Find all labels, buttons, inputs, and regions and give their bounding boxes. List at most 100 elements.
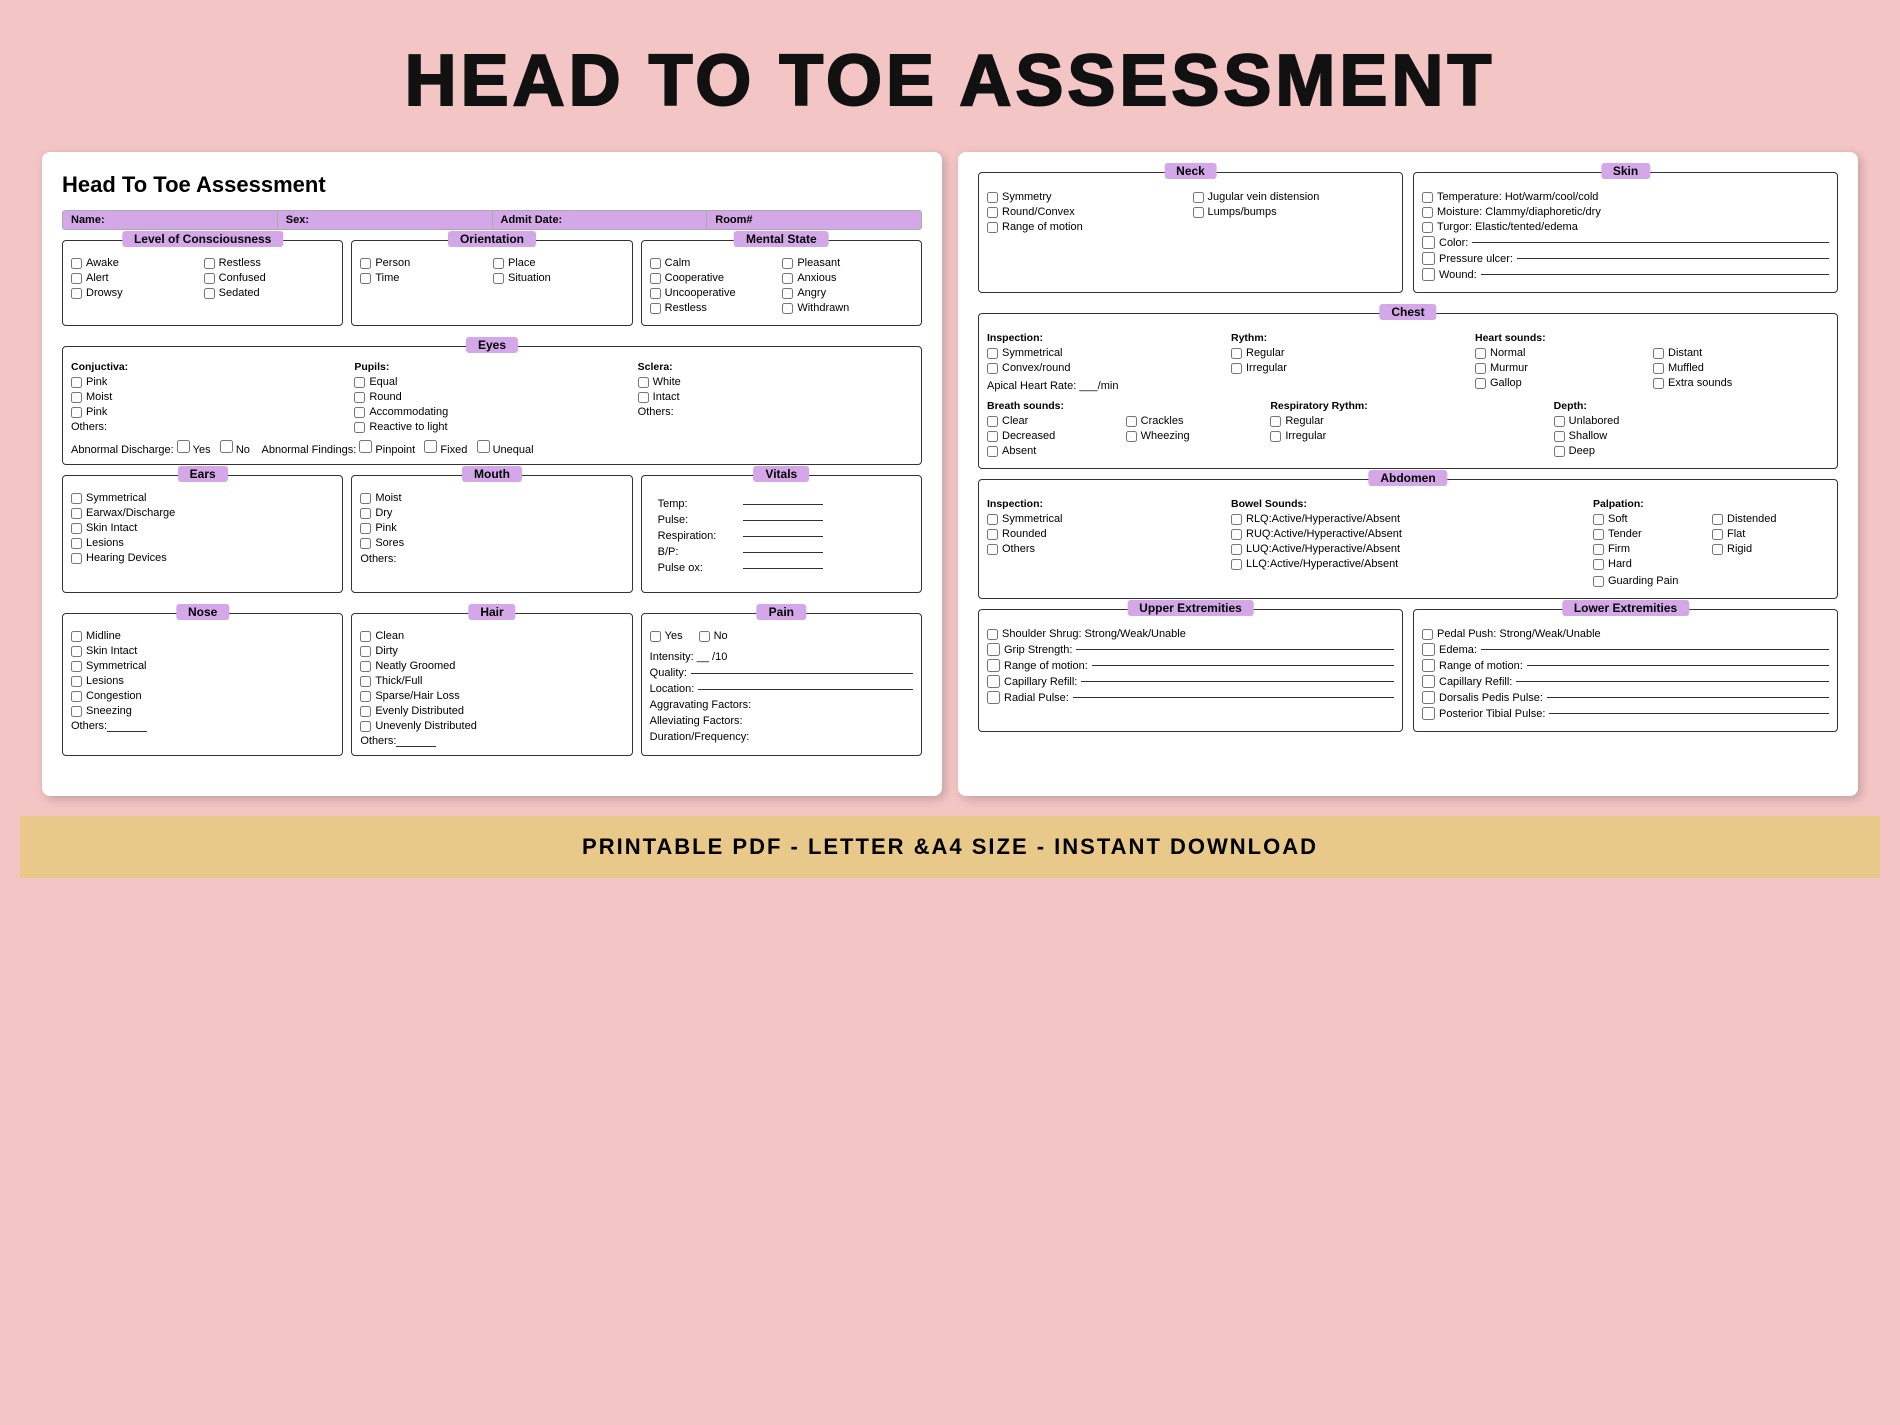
pain-aggravating: Aggravating Factors: — [650, 699, 913, 711]
eye-pink1: Pink — [71, 376, 346, 388]
heart-normal: Normal — [1475, 347, 1651, 359]
ms-calm: Calm — [650, 257, 781, 269]
pain-alleviating: Alleviating Factors: — [650, 715, 913, 727]
extremities-row: Upper Extremities Shoulder Shrug: Strong… — [978, 609, 1838, 742]
vitals-bp: B/P: — [658, 546, 905, 558]
eye-intact: Intact — [638, 391, 913, 403]
info-row: Name: Sex: Admit Date: Room# — [62, 210, 922, 230]
lower-extremities-header: Lower Extremities — [1562, 600, 1689, 616]
vitals-section: Vitals Temp: Pulse: Respiration: — [641, 475, 922, 593]
vitals-pulse: Pulse: — [658, 514, 905, 526]
nose-symmetrical: Symmetrical — [71, 660, 334, 672]
ear-skin-intact: Skin Intact — [71, 522, 334, 534]
hair-dirty: Dirty — [360, 645, 623, 657]
mouth-sores: Sores — [360, 537, 623, 549]
ms-angry: Angry — [782, 287, 913, 299]
sclera-label: Sclera: — [638, 361, 913, 373]
hair-sparse: Sparse/Hair Loss — [360, 690, 623, 702]
skin-temperature: Temperature: Hot/warm/cool/cold — [1422, 191, 1829, 203]
upper-extremities-section: Upper Extremities Shoulder Shrug: Strong… — [978, 609, 1403, 732]
loc-sedated: Sedated — [204, 287, 335, 299]
sclera-others-label: Others: — [638, 406, 913, 418]
skin-pressure-ulcer: Pressure ulcer: — [1422, 252, 1829, 265]
skin-section: Skin Temperature: Hot/warm/cool/cold Moi… — [1413, 172, 1838, 293]
upper-shoulder-shrug: Shoulder Shrug: Strong/Weak/Unable — [987, 628, 1394, 640]
abdomen-others: Others — [987, 543, 1223, 555]
neck-lumps: Lumps/bumps — [1193, 206, 1395, 218]
nose-congestion: Congestion — [71, 690, 334, 702]
conjunctiva-label: Conjuctiva: — [71, 361, 346, 373]
nose-midline: Midline — [71, 630, 334, 642]
neck-range-motion: Range of motion — [987, 221, 1189, 233]
chest-apical-rate: Apical Heart Rate: ___/min — [987, 380, 1223, 392]
chest-inspection-label: Inspection: — [987, 332, 1223, 344]
vitals-respiration: Respiration: — [658, 530, 905, 542]
heart-gallop: Gallop — [1475, 377, 1651, 389]
heart-extra: Extra sounds — [1653, 377, 1829, 389]
page-1: Head To Toe Assessment Name: Sex: Admit … — [42, 152, 942, 796]
breath-clear: Clear — [987, 415, 1124, 427]
lower-extremities-section: Lower Extremities Pedal Push: Strong/Wea… — [1413, 609, 1838, 732]
eyes-header: Eyes — [466, 337, 518, 353]
skin-wound: Wound: — [1422, 268, 1829, 281]
palp-guarding: Guarding Pain — [1593, 575, 1829, 587]
eye-white: White — [638, 376, 913, 388]
loc-header: Level of Consciousness — [122, 231, 283, 247]
resp-rhythm-label: Respiratory Rythm: — [1270, 400, 1545, 412]
abdomen-header: Abdomen — [1368, 470, 1447, 486]
neck-jugular: Jugular vein distension — [1193, 191, 1395, 203]
orient-person: Person — [360, 257, 491, 269]
info-admit: Admit Date: — [493, 211, 708, 229]
ear-symmetrical: Symmetrical — [71, 492, 334, 504]
skin-moisture: Moisture: Clammy/diaphoretic/dry — [1422, 206, 1829, 218]
hair-unevenly: Unevenly Distributed — [360, 720, 623, 732]
loc-awake: Awake — [71, 257, 202, 269]
chest-convex-round: Convex/round — [987, 362, 1223, 374]
ear-hearing-devices: Hearing Devices — [71, 552, 334, 564]
neck-round-convex: Round/Convex — [987, 206, 1189, 218]
depth-shallow: Shallow — [1554, 430, 1829, 442]
ms-withdrawn: Withdrawn — [782, 302, 913, 314]
neck-symmetry: Symmetry — [987, 191, 1189, 203]
palp-soft: Soft — [1593, 513, 1710, 525]
ms-cooperative: Cooperative — [650, 272, 781, 284]
palp-rigid: Rigid — [1712, 543, 1829, 555]
eye-round: Round — [354, 391, 629, 403]
breath-decreased: Decreased — [987, 430, 1124, 442]
nose-sneezing: Sneezing — [71, 705, 334, 717]
loc-section: Level of Consciousness Awake Alert Drows… — [62, 240, 343, 326]
bowel-rlq: RLQ:Active/Hyperactive/Absent — [1231, 513, 1585, 525]
abdomen-section: Abdomen Inspection: Symmetrical Rounded … — [978, 479, 1838, 599]
hair-neatly-groomed: Neatly Groomed — [360, 660, 623, 672]
info-sex: Sex: — [278, 211, 493, 229]
lower-posterior-tibial: Posterior Tibial Pulse: — [1422, 707, 1829, 720]
mental-state-section: Mental State Calm Cooperative Uncooperat… — [641, 240, 922, 326]
eye-equal: Equal — [354, 376, 629, 388]
pain-quality: Quality: — [650, 667, 913, 679]
upper-grip-strength: Grip Strength: — [987, 643, 1394, 656]
loc-alert: Alert — [71, 272, 202, 284]
abdomen-symmetrical: Symmetrical — [987, 513, 1223, 525]
depth-unlabored: Unlabored — [1554, 415, 1829, 427]
neck-header: Neck — [1164, 163, 1217, 179]
eyes-section: Eyes Conjuctiva: Pink Moist Pink Others: — [62, 346, 922, 465]
pages-container: Head To Toe Assessment Name: Sex: Admit … — [20, 152, 1880, 796]
mental-state-header: Mental State — [734, 231, 829, 247]
pain-no: No — [699, 630, 728, 642]
heart-distant: Distant — [1653, 347, 1829, 359]
nose-others: Others: — [71, 720, 334, 732]
upper-radial-pulse: Radial Pulse: — [987, 691, 1394, 704]
breath-wheezing: Wheezing — [1126, 430, 1263, 442]
page-2: Neck Symmetry Round/Convex Range of moti… — [958, 152, 1858, 796]
vitals-temp: Temp: — [658, 498, 905, 510]
chest-symmetrical: Symmetrical — [987, 347, 1223, 359]
palp-firm: Firm — [1593, 543, 1710, 555]
chest-header: Chest — [1379, 304, 1436, 320]
mouth-moist: Moist — [360, 492, 623, 504]
heart-muffled: Muffled — [1653, 362, 1829, 374]
upper-range-motion: Range of motion: — [987, 659, 1394, 672]
eye-reactive: Reactive to light — [354, 421, 629, 433]
breath-sounds-label: Breath sounds: — [987, 400, 1262, 412]
abnormal-row: Abnormal Discharge: Yes No Abnormal Find… — [71, 440, 913, 456]
palp-hard: Hard — [1593, 558, 1710, 570]
